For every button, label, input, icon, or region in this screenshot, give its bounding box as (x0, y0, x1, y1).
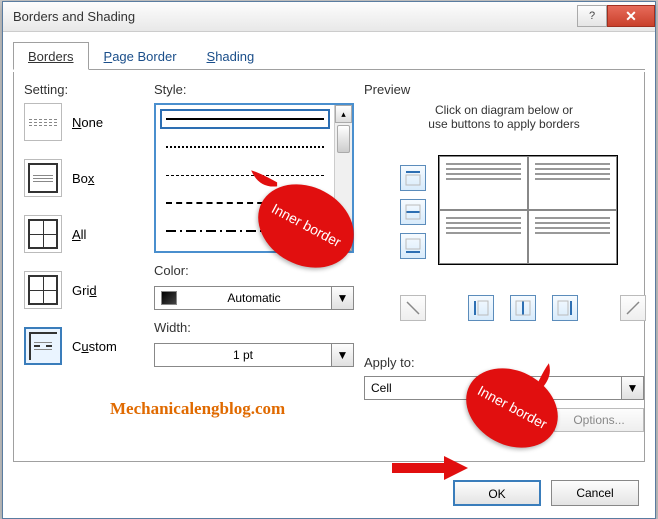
border-bottom-icon (405, 238, 421, 254)
ok-button[interactable]: OK (453, 480, 541, 506)
box-icon (24, 159, 62, 197)
chevron-down-icon: ▼ (331, 287, 353, 309)
border-top-icon (405, 170, 421, 186)
tab-shading[interactable]: Shading (192, 42, 270, 69)
border-left-icon (473, 300, 489, 316)
apply-to-dropdown[interactable]: Cell ▼ (364, 376, 644, 400)
width-dropdown[interactable]: 1 pt ▼ (154, 343, 354, 367)
preview-label: Preview (364, 82, 644, 97)
setting-grid[interactable]: Grid (24, 271, 144, 309)
border-right-button[interactable] (552, 295, 578, 321)
border-top-button[interactable] (400, 165, 426, 191)
setting-box[interactable]: Box (24, 159, 144, 197)
style-label: Style: (154, 82, 354, 97)
scroll-thumb[interactable] (337, 125, 350, 153)
tab-page-border[interactable]: Page Border (89, 42, 192, 69)
border-diag-down-button[interactable] (400, 295, 426, 321)
setting-label: Setting: (24, 82, 144, 97)
setting-all[interactable]: All (24, 215, 144, 253)
setting-column: Setting: None Box (24, 82, 144, 451)
style-dotted[interactable] (162, 139, 328, 155)
apply-to-value: Cell (365, 381, 621, 395)
chevron-down-icon: ▼ (331, 344, 353, 366)
color-label: Color: (154, 263, 354, 278)
border-inner-h-button[interactable] (400, 199, 426, 225)
border-inner-v-icon (515, 300, 531, 316)
preview-hint: Click on diagram below or use buttons to… (364, 103, 644, 131)
preview-column: Preview Click on diagram below or use bu… (364, 82, 644, 451)
style-solid[interactable] (162, 111, 328, 127)
close-icon[interactable]: ✕ (607, 5, 655, 27)
color-dropdown[interactable]: Automatic ▼ (154, 286, 354, 310)
help-icon[interactable]: ? (577, 5, 607, 27)
scroll-down-icon[interactable]: ▾ (335, 233, 352, 251)
style-dash-dot[interactable] (162, 223, 328, 239)
custom-icon (24, 327, 62, 365)
titlebar: Borders and Shading ? ✕ (3, 2, 655, 32)
tab-borders[interactable]: Borders (13, 42, 89, 70)
border-inner-h-icon (405, 204, 421, 220)
width-label: Width: (154, 320, 354, 335)
color-swatch-icon (161, 291, 177, 305)
borders-shading-dialog: Borders and Shading ? ✕ Borders Page Bor… (2, 1, 656, 519)
setting-none[interactable]: None (24, 103, 144, 141)
tab-strip: Borders Page Border Shading (13, 42, 645, 70)
cancel-button[interactable]: Cancel (551, 480, 639, 506)
preview-diagram[interactable] (438, 155, 618, 265)
border-diag-up-button[interactable] (620, 295, 646, 321)
window-title: Borders and Shading (13, 9, 577, 24)
border-bottom-button[interactable] (400, 233, 426, 259)
border-left-button[interactable] (468, 295, 494, 321)
scroll-up-icon[interactable]: ▴ (335, 105, 352, 123)
setting-custom[interactable]: Custom (24, 327, 144, 365)
style-scrollbar[interactable]: ▴ ▾ (334, 105, 352, 251)
border-inner-v-button[interactable] (510, 295, 536, 321)
grid-icon (24, 271, 62, 309)
diag-up-icon (625, 300, 641, 316)
style-column: Style: ▴ ▾ Col (154, 82, 354, 451)
none-icon (24, 103, 62, 141)
style-dashed[interactable] (162, 195, 328, 211)
style-listbox[interactable]: ▴ ▾ (154, 103, 354, 253)
diag-down-icon (405, 300, 421, 316)
style-dashed-fine[interactable] (162, 167, 328, 183)
color-value: Automatic (177, 291, 331, 305)
options-button: Options... (554, 408, 644, 432)
width-value: 1 pt (155, 348, 331, 362)
all-icon (24, 215, 62, 253)
apply-to-label: Apply to: (364, 355, 644, 370)
border-right-icon (557, 300, 573, 316)
chevron-down-icon: ▼ (621, 377, 643, 399)
